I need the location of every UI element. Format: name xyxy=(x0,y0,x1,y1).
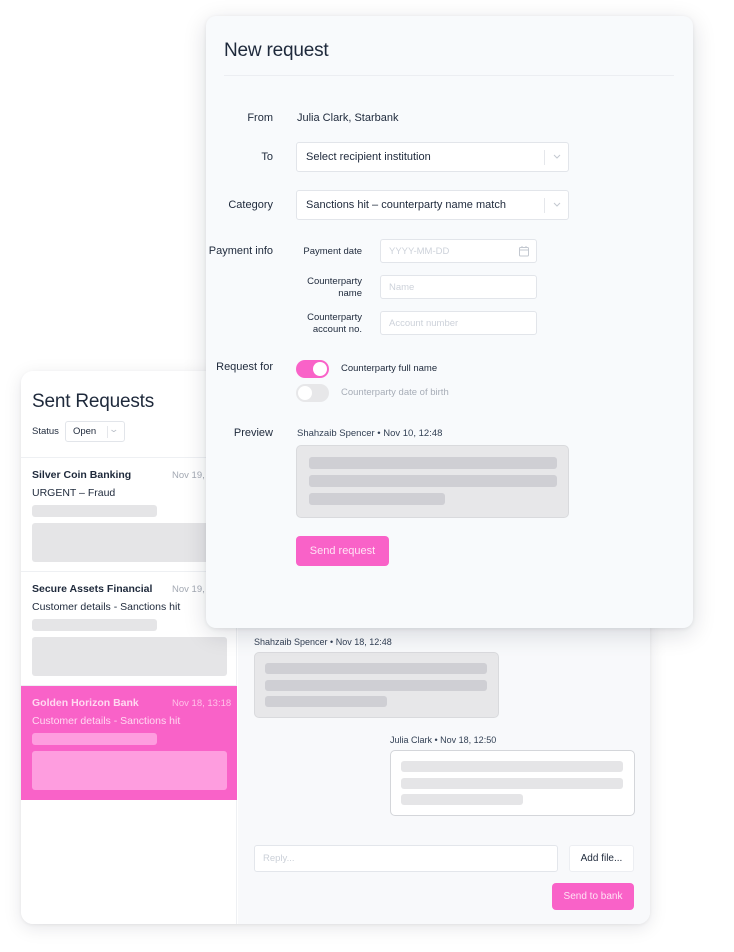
divider xyxy=(224,75,674,76)
chevron-down-icon: ⌄ xyxy=(108,424,119,434)
recipient-select-value: Select recipient institution xyxy=(306,151,431,163)
from-label: From xyxy=(247,112,273,124)
skeleton-block xyxy=(32,523,227,562)
new-request-modal: New request From Julia Clark, Starbank T… xyxy=(206,16,693,628)
category-label: Category xyxy=(228,199,273,211)
calendar-icon[interactable] xyxy=(518,245,530,257)
payment-date-label: Payment date xyxy=(303,246,362,257)
skeleton-line xyxy=(309,475,557,487)
message-meta: Shahzaib Spencer • Nov 18, 12:48 xyxy=(254,637,392,647)
request-date: Nov 19, xyxy=(172,470,205,481)
request-subject: URGENT – Fraud xyxy=(32,487,116,499)
skeleton-line xyxy=(401,778,623,789)
date-of-birth-toggle-label: Counterparty date of birth xyxy=(341,387,449,398)
sidebar-title: Sent Requests xyxy=(32,391,155,412)
status-value: Open xyxy=(72,426,97,437)
select-separator xyxy=(544,198,545,213)
status-filter: Status Open ⌄ xyxy=(32,421,125,442)
skeleton-block xyxy=(32,637,227,676)
counterparty-name-input[interactable] xyxy=(380,275,537,299)
outgoing-message-bubble xyxy=(390,750,635,816)
skeleton-line xyxy=(309,493,445,505)
chevron-down-icon xyxy=(553,154,561,159)
request-bank-name: Golden Horizon Bank xyxy=(32,697,139,709)
from-value: Julia Clark, Starbank xyxy=(297,112,399,124)
status-label: Status xyxy=(32,426,59,437)
recipient-select[interactable]: Select recipient institution xyxy=(296,142,569,172)
skeleton-line xyxy=(265,680,487,691)
category-select-value: Sanctions hit – counterparty name match xyxy=(306,199,506,211)
send-to-bank-button[interactable]: Send to bank xyxy=(552,883,634,910)
request-bank-name: Secure Assets Financial xyxy=(32,583,153,595)
message-meta: Julia Clark • Nov 18, 12:50 xyxy=(390,735,497,745)
full-name-toggle[interactable] xyxy=(296,360,329,378)
incoming-message-bubble xyxy=(254,652,499,718)
payment-date-input[interactable] xyxy=(380,239,537,263)
payment-info-label: Payment info xyxy=(208,245,273,257)
sent-requests-sidebar: Sent Requests Status Open ⌄ Silver Coin … xyxy=(21,371,237,924)
request-subject: Customer details - Sanctions hit xyxy=(32,715,181,727)
modal-title: New request xyxy=(224,40,329,61)
full-name-toggle-label: Counterparty full name xyxy=(341,363,438,374)
counterparty-account-input[interactable] xyxy=(380,311,537,335)
request-subject: Customer details - Sanctions hit xyxy=(32,601,181,613)
add-file-button[interactable]: Add file... xyxy=(569,845,634,872)
skeleton-line xyxy=(401,794,523,805)
request-list-item-selected[interactable]: Golden Horizon Bank Nov 18, 13:18 Custom… xyxy=(21,686,237,800)
skeleton-line xyxy=(309,457,557,469)
to-label: To xyxy=(261,151,273,163)
select-separator xyxy=(544,150,545,165)
preview-meta: Shahzaib Spencer • Nov 10, 12:48 xyxy=(297,428,443,439)
date-of-birth-toggle[interactable] xyxy=(296,384,329,402)
skeleton-line xyxy=(32,733,157,745)
toggle-knob xyxy=(313,362,327,376)
request-date: Nov 18, 13:18 xyxy=(172,698,232,709)
chevron-down-icon xyxy=(553,202,561,207)
preview-message-bubble xyxy=(296,445,569,518)
skeleton-line xyxy=(265,696,387,707)
request-list-item[interactable]: Secure Assets Financial Nov 19, 1 Custom… xyxy=(21,572,237,686)
skeleton-line xyxy=(32,505,157,517)
reply-input[interactable] xyxy=(254,845,558,872)
send-request-button[interactable]: Send request xyxy=(296,536,389,566)
request-bank-name: Silver Coin Banking xyxy=(32,469,132,481)
toggle-knob xyxy=(298,386,312,400)
request-for-label: Request for xyxy=(216,361,273,373)
skeleton-block xyxy=(32,751,227,790)
skeleton-line xyxy=(32,619,157,631)
skeleton-line xyxy=(401,761,623,772)
skeleton-line xyxy=(265,663,487,674)
category-select[interactable]: Sanctions hit – counterparty name match xyxy=(296,190,569,220)
status-select[interactable]: Open ⌄ xyxy=(64,421,125,442)
request-list-item[interactable]: Silver Coin Banking Nov 19, URGENT – Fra… xyxy=(21,458,237,572)
preview-label: Preview xyxy=(233,427,273,439)
counterparty-account-label: Counterparty account no. xyxy=(307,312,362,335)
counterparty-name-label: Counterparty name xyxy=(307,276,362,299)
